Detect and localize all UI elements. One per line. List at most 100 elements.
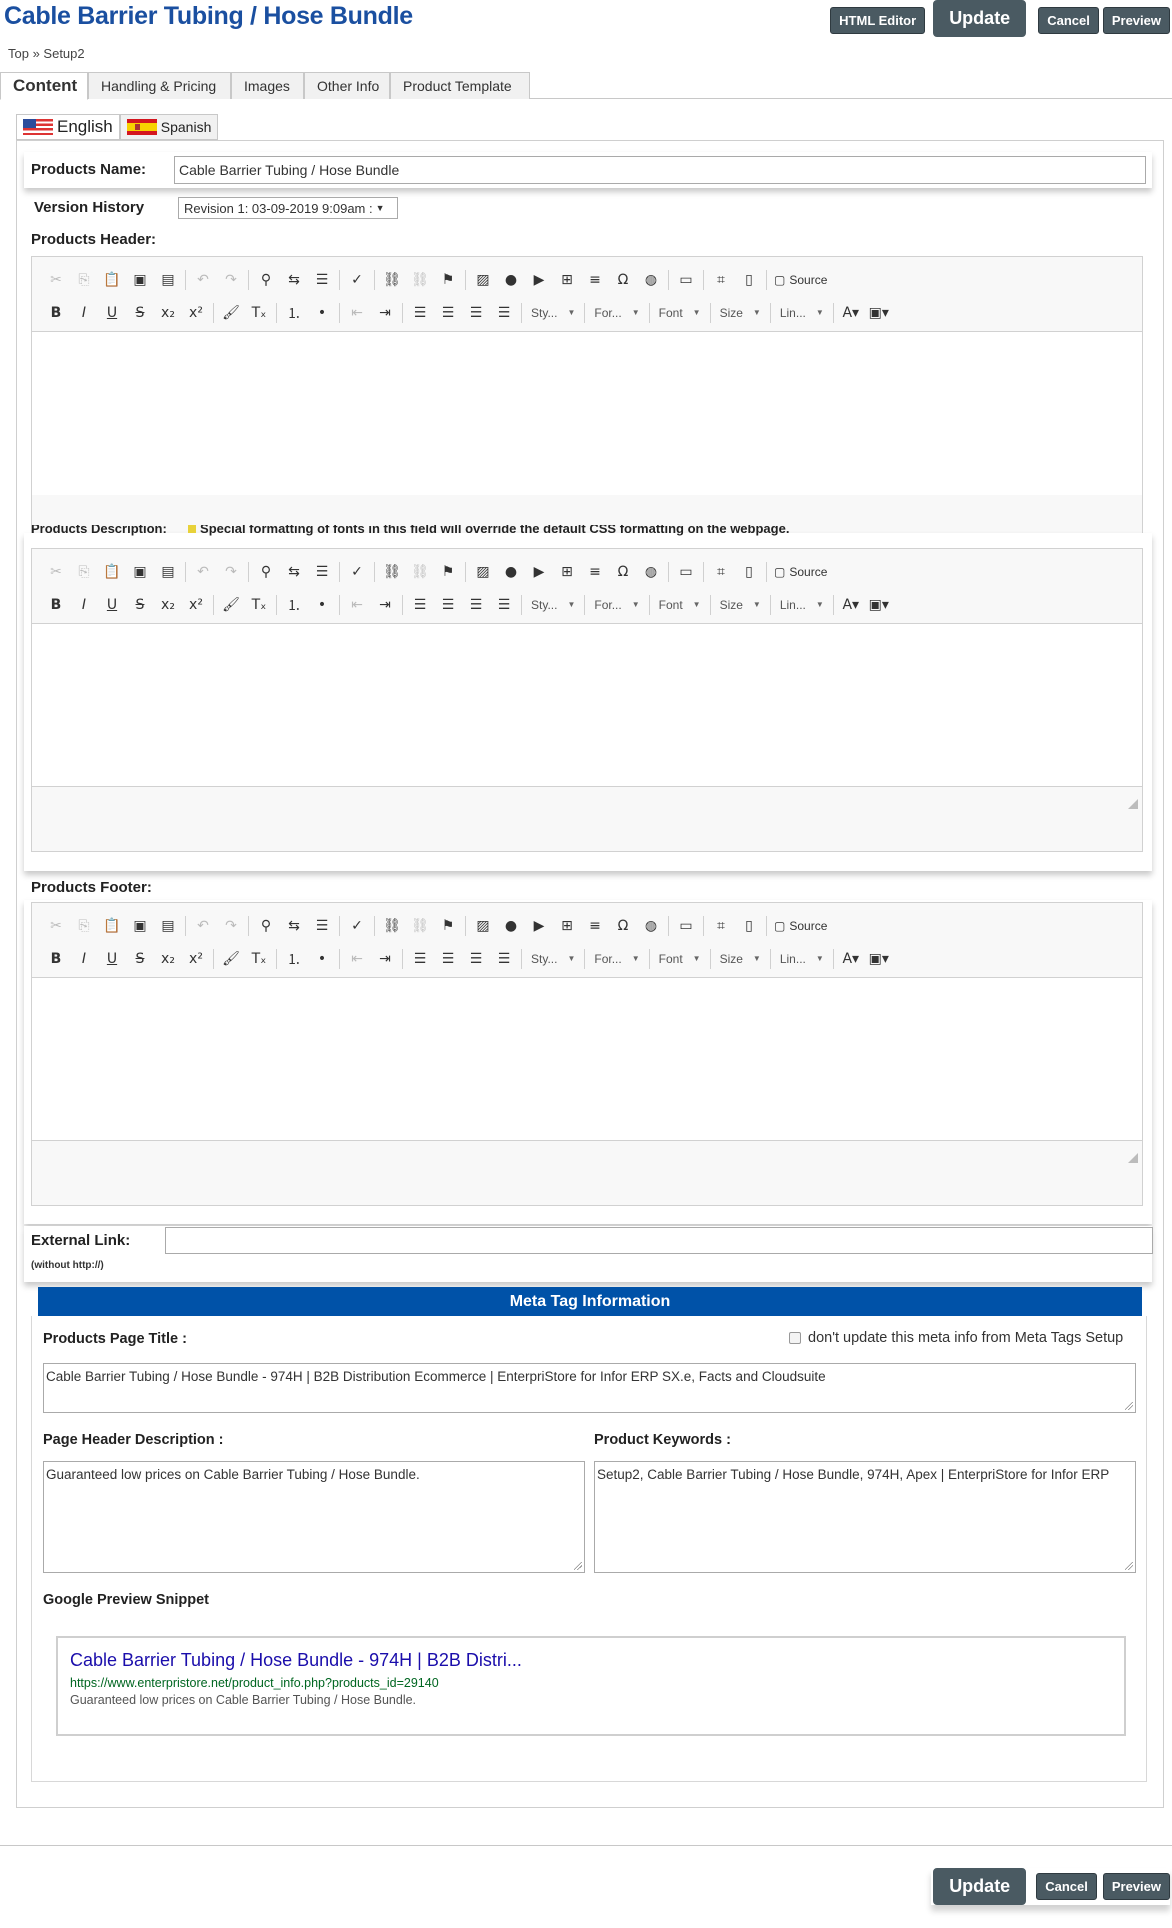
flash-icon[interactable]: ●: [497, 560, 525, 584]
numbered-list-icon[interactable]: ⒈: [280, 947, 308, 971]
source-button[interactable]: ▢ Source: [770, 565, 831, 579]
tab-handling-pricing[interactable]: Handling & Pricing: [88, 72, 231, 99]
update-button[interactable]: Update: [933, 0, 1027, 37]
anchor-icon[interactable]: ⚑: [434, 560, 462, 584]
bold-icon[interactable]: B: [42, 947, 70, 971]
find-icon[interactable]: ⚲: [252, 560, 280, 584]
italic-icon[interactable]: I: [70, 947, 98, 971]
tab-other-info[interactable]: Other Info: [304, 72, 390, 99]
resize-handle-icon[interactable]: [574, 1562, 582, 1570]
underline-icon[interactable]: U: [98, 301, 126, 325]
indent-icon[interactable]: ⇥: [371, 593, 399, 617]
undo-icon[interactable]: ↶: [189, 560, 217, 584]
products-name-input[interactable]: Cable Barrier Tubing / Hose Bundle: [174, 156, 1146, 184]
remove-format-icon[interactable]: Tₓ: [245, 593, 273, 617]
remove-format-icon[interactable]: Tₓ: [245, 301, 273, 325]
format-dropdown[interactable]: For... ▼: [588, 593, 645, 617]
iframe-icon[interactable]: ◍: [637, 560, 665, 584]
size-dropdown[interactable]: Size ▼: [714, 301, 767, 325]
page-break-icon[interactable]: ▭: [672, 560, 700, 584]
div-icon[interactable]: ⌗: [707, 914, 735, 938]
font-dropdown[interactable]: Font ▼: [653, 947, 707, 971]
align-center-icon[interactable]: ☰: [434, 301, 462, 325]
iframe-icon[interactable]: ◍: [637, 914, 665, 938]
undo-icon[interactable]: ↶: [189, 268, 217, 292]
cut-icon[interactable]: ✂: [42, 914, 70, 938]
lang-tab-spanish[interactable]: Spanish: [119, 114, 219, 140]
outdent-icon[interactable]: ⇤: [343, 301, 371, 325]
remove-format-icon[interactable]: Tₓ: [245, 947, 273, 971]
resize-handle-icon[interactable]: [1128, 1153, 1138, 1163]
align-left-icon[interactable]: ☰: [406, 947, 434, 971]
source-button[interactable]: ▢ Source: [770, 273, 831, 287]
line-height-dropdown[interactable]: Lin... ▼: [774, 301, 830, 325]
strike-icon[interactable]: S: [126, 301, 154, 325]
replace-icon[interactable]: ⇆: [280, 268, 308, 292]
editor-content-area[interactable]: [32, 624, 1142, 786]
font-dropdown[interactable]: Font ▼: [653, 301, 707, 325]
redo-icon[interactable]: ↷: [217, 914, 245, 938]
breadcrumb[interactable]: Top » Setup2: [8, 46, 85, 61]
update-button-bottom[interactable]: Update: [933, 1868, 1027, 1905]
line-height-dropdown[interactable]: Lin... ▼: [774, 593, 830, 617]
bg-color-icon[interactable]: ▣▾: [865, 947, 893, 971]
table-icon[interactable]: ⊞: [553, 914, 581, 938]
html-editor-button[interactable]: HTML Editor: [830, 7, 926, 34]
special-char-icon[interactable]: Ω: [609, 268, 637, 292]
special-char-icon[interactable]: Ω: [609, 560, 637, 584]
bg-color-icon[interactable]: ▣▾: [865, 301, 893, 325]
bulleted-list-icon[interactable]: •: [308, 947, 336, 971]
tab-images[interactable]: Images: [231, 72, 304, 99]
indent-icon[interactable]: ⇥: [371, 301, 399, 325]
select-all-icon[interactable]: ☰: [308, 560, 336, 584]
flash-icon[interactable]: ●: [497, 914, 525, 938]
paste-icon[interactable]: 📋: [98, 914, 126, 938]
subscript-icon[interactable]: x₂: [154, 593, 182, 617]
table-icon[interactable]: ⊞: [553, 268, 581, 292]
copy-icon[interactable]: ⎘: [70, 560, 98, 584]
youtube-icon[interactable]: ▶: [525, 914, 553, 938]
italic-icon[interactable]: I: [70, 593, 98, 617]
header-description-textarea[interactable]: Guaranteed low prices on Cable Barrier T…: [43, 1461, 585, 1573]
outdent-icon[interactable]: ⇤: [343, 947, 371, 971]
div-icon[interactable]: ⌗: [707, 560, 735, 584]
spellcheck-icon[interactable]: ✓: [343, 914, 371, 938]
strike-icon[interactable]: S: [126, 947, 154, 971]
justify-icon[interactable]: ☰: [490, 947, 518, 971]
show-blocks-icon[interactable]: ▯: [735, 560, 763, 584]
paste-word-icon[interactable]: ▤: [154, 560, 182, 584]
hr-icon[interactable]: ≡: [581, 560, 609, 584]
copy-format-icon[interactable]: 🖌: [217, 593, 245, 617]
strike-icon[interactable]: S: [126, 593, 154, 617]
tab-product-template[interactable]: Product Template: [390, 72, 530, 99]
paste-text-icon[interactable]: ▣: [126, 268, 154, 292]
bulleted-list-icon[interactable]: •: [308, 593, 336, 617]
paste-word-icon[interactable]: ▤: [154, 914, 182, 938]
lang-tab-english[interactable]: English: [16, 114, 120, 140]
paste-icon[interactable]: 📋: [98, 268, 126, 292]
unlink-icon[interactable]: ⛓: [406, 914, 434, 938]
anchor-icon[interactable]: ⚑: [434, 268, 462, 292]
styles-dropdown[interactable]: Sty... ▼: [525, 593, 581, 617]
bold-icon[interactable]: B: [42, 593, 70, 617]
indent-icon[interactable]: ⇥: [371, 947, 399, 971]
undo-icon[interactable]: ↶: [189, 914, 217, 938]
italic-icon[interactable]: I: [70, 301, 98, 325]
keywords-textarea[interactable]: Setup2, Cable Barrier Tubing / Hose Bund…: [594, 1461, 1136, 1573]
youtube-icon[interactable]: ▶: [525, 560, 553, 584]
redo-icon[interactable]: ↷: [217, 560, 245, 584]
version-history-select[interactable]: Revision 1: 03-09-2019 9:09am : ▼: [178, 197, 398, 219]
line-height-dropdown[interactable]: Lin... ▼: [774, 947, 830, 971]
superscript-icon[interactable]: x²: [182, 947, 210, 971]
cancel-button-bottom[interactable]: Cancel: [1036, 1873, 1097, 1900]
text-color-icon[interactable]: A▾: [837, 301, 865, 325]
redo-icon[interactable]: ↷: [217, 268, 245, 292]
youtube-icon[interactable]: ▶: [525, 268, 553, 292]
copy-format-icon[interactable]: 🖌: [217, 947, 245, 971]
styles-dropdown[interactable]: Sty... ▼: [525, 301, 581, 325]
resize-handle-icon[interactable]: [1125, 1562, 1133, 1570]
paste-word-icon[interactable]: ▤: [154, 268, 182, 292]
editor-content-area[interactable]: [32, 332, 1142, 495]
editor-content-area[interactable]: [32, 978, 1142, 1140]
page-break-icon[interactable]: ▭: [672, 268, 700, 292]
